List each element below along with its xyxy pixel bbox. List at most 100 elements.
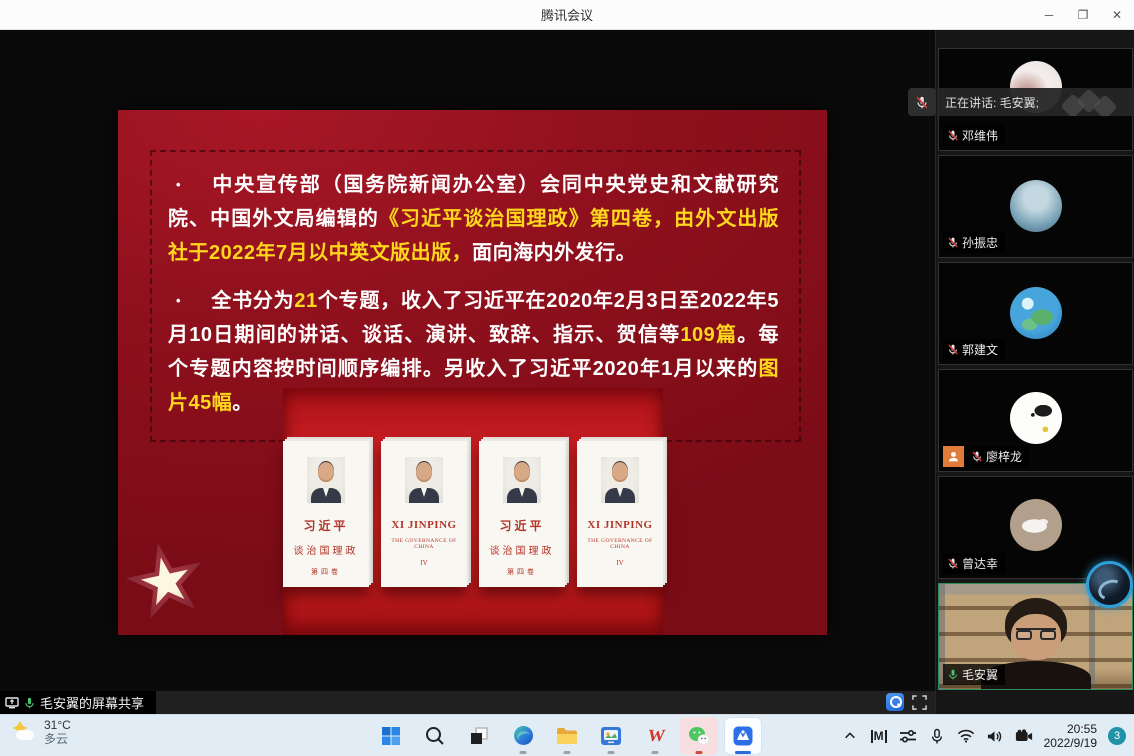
edge-icon bbox=[512, 724, 535, 747]
task-view-button[interactable] bbox=[460, 717, 498, 755]
running-indicator bbox=[564, 751, 571, 754]
participant-name: 邓维伟 bbox=[962, 127, 998, 144]
portrait-photo bbox=[307, 457, 345, 503]
bullet2-text-yellow: 21 bbox=[294, 290, 317, 312]
floating-lens-button[interactable] bbox=[1086, 561, 1133, 608]
participant-name: 郭建文 bbox=[962, 341, 998, 358]
book-cover-english: XI JINPING THE GOVERNANCE OF CHINA IV bbox=[381, 441, 467, 587]
tencent-meeting-window: 腾讯会议 ─ ❐ ✕ •中央宣传部（国务院新闻办公室）会同中央党史和文献研究院、… bbox=[0, 0, 1134, 756]
books-photo-panel: 习近平 谈治国理政 第四卷 XI JINPING THE GOVERNANCE … bbox=[283, 388, 663, 635]
banner-mic-box bbox=[908, 88, 936, 116]
book-volume: 第四卷 bbox=[490, 567, 555, 577]
bullet2-text-white: 全书分为 bbox=[211, 290, 294, 312]
participant-tile-guojianwen[interactable]: 郭建文 bbox=[938, 262, 1133, 365]
wps-icon: W bbox=[646, 726, 664, 746]
tray-date: 2022/9/19 bbox=[1044, 736, 1097, 750]
muted-mic-icon bbox=[915, 95, 929, 110]
speaker-icon[interactable] bbox=[986, 727, 1004, 745]
participant-tile-sunzhenzhong[interactable]: 孙振忠 bbox=[938, 155, 1133, 258]
screen-share-label: 毛安翼的屏幕共享 bbox=[0, 691, 156, 714]
bullet-marker: • bbox=[176, 293, 181, 308]
search-button[interactable] bbox=[416, 717, 454, 755]
restore-button[interactable]: ❐ bbox=[1066, 0, 1100, 30]
speaking-mic-icon bbox=[947, 668, 959, 681]
book-title: 习近平 bbox=[490, 517, 555, 534]
participant-nametag: 邓维伟 bbox=[943, 125, 1005, 146]
fullscreen-icon[interactable] bbox=[912, 695, 927, 710]
presentation-app-icon bbox=[599, 724, 623, 748]
participant-nametag: 曾达幸 bbox=[943, 553, 1005, 574]
book-volume: 第四卷 bbox=[294, 567, 359, 577]
book-title: 习近平 bbox=[294, 517, 359, 534]
muted-mic-icon bbox=[947, 129, 959, 142]
book-cover-chinese: 习近平 谈治国理政 第四卷 bbox=[479, 441, 565, 587]
input-method-icon[interactable]: M bbox=[870, 727, 888, 745]
settings-sliders-icon[interactable] bbox=[899, 727, 917, 745]
share-strip-controls bbox=[886, 693, 927, 711]
running-indicator bbox=[652, 751, 659, 754]
avatar bbox=[1010, 180, 1062, 232]
camera-icon[interactable] bbox=[1015, 727, 1033, 745]
wechat-button[interactable] bbox=[680, 717, 718, 755]
running-indicator bbox=[608, 751, 615, 754]
windows-taskbar: 31°C 多云 bbox=[0, 714, 1134, 756]
active-speaker-banner: 正在讲话: 毛安翼; bbox=[908, 88, 1134, 116]
participant-name: 毛安翼 bbox=[962, 666, 998, 683]
weather-temp: 31°C bbox=[44, 718, 71, 732]
tencent-meeting-icon bbox=[731, 724, 755, 748]
book-volume: IV bbox=[577, 559, 663, 567]
portrait-photo bbox=[601, 457, 639, 503]
bullet-marker: • bbox=[176, 177, 181, 192]
weather-condition: 多云 bbox=[44, 732, 71, 746]
tencent-meeting-button[interactable] bbox=[724, 717, 762, 755]
search-icon bbox=[424, 725, 446, 747]
participant-nametag: 廖梓龙 bbox=[967, 446, 1029, 467]
avatar bbox=[1010, 392, 1062, 444]
participant-name: 孙振忠 bbox=[962, 234, 998, 251]
slide-bullet-1: •中央宣传部（国务院新闻办公室）会同中央党史和文献研究院、中国外文局编辑的《习近… bbox=[168, 168, 779, 270]
participants-sidebar: 邓维伟 孙振忠 bbox=[935, 30, 1134, 714]
avatar bbox=[1010, 287, 1062, 339]
notification-badge[interactable]: 3 bbox=[1108, 727, 1126, 745]
book-subtitle: 谈治国理政 bbox=[294, 542, 359, 557]
minimize-button[interactable]: ─ bbox=[1032, 0, 1066, 30]
share-label-text: 毛安翼的屏幕共享 bbox=[40, 693, 144, 712]
participant-tile-liaozilong[interactable]: 廖梓龙 bbox=[938, 369, 1133, 472]
start-button[interactable] bbox=[372, 717, 410, 755]
running-indicator bbox=[520, 751, 527, 754]
task-view-icon bbox=[468, 725, 490, 747]
active-indicator bbox=[735, 751, 751, 754]
book-subtitle: THE GOVERNANCE OF CHINA bbox=[577, 538, 663, 550]
participant-nametag: 毛安翼 bbox=[943, 664, 1005, 685]
file-explorer-button[interactable] bbox=[548, 717, 586, 755]
presentation-app-button[interactable] bbox=[592, 717, 630, 755]
bullet2-text-white-4: 。 bbox=[232, 392, 253, 414]
wechat-icon bbox=[687, 724, 711, 748]
edge-browser-button[interactable] bbox=[504, 717, 542, 755]
screen-share-icon bbox=[5, 697, 19, 709]
host-badge-icon bbox=[943, 446, 964, 467]
participant-nametag: 孙振忠 bbox=[943, 232, 1005, 253]
notification-indicator bbox=[696, 751, 703, 754]
portrait-photo bbox=[503, 457, 541, 503]
muted-mic-icon bbox=[947, 557, 959, 570]
book-volume: IV bbox=[381, 559, 467, 567]
tray-chevron-up-icon[interactable] bbox=[841, 727, 859, 745]
wps-office-button[interactable]: W bbox=[636, 717, 674, 755]
avatar bbox=[1010, 499, 1062, 551]
participant-name: 曾达幸 bbox=[962, 555, 998, 572]
microphone-icon[interactable] bbox=[928, 727, 946, 745]
close-button[interactable]: ✕ bbox=[1100, 0, 1134, 30]
muted-mic-icon bbox=[971, 450, 983, 463]
bullet1-text-white-2: 面向海内外发行。 bbox=[472, 242, 636, 264]
folder-icon bbox=[555, 724, 579, 748]
weather-widget[interactable]: 31°C 多云 bbox=[10, 718, 71, 746]
system-tray: M bbox=[841, 715, 1126, 756]
book-title: XI JINPING bbox=[381, 519, 467, 531]
participant-name: 廖梓龙 bbox=[986, 448, 1022, 465]
wifi-icon[interactable] bbox=[957, 727, 975, 745]
magnifier-app-icon[interactable] bbox=[886, 693, 904, 711]
tray-time: 20:55 bbox=[1044, 722, 1097, 736]
clock[interactable]: 20:55 2022/9/19 bbox=[1044, 722, 1097, 750]
speaking-mic-icon bbox=[23, 696, 36, 710]
